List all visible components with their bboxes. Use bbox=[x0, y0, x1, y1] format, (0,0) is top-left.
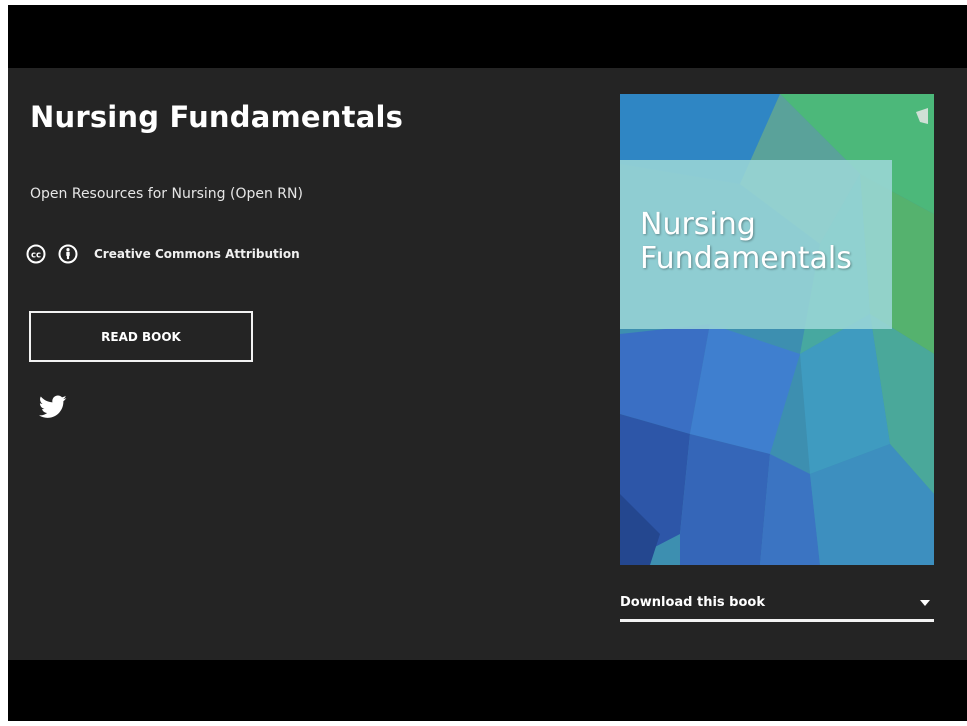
svg-text:cc: cc bbox=[31, 251, 41, 261]
book-info-panel: Nursing Fundamentals Open Resources for … bbox=[8, 68, 967, 660]
attribution-icon bbox=[58, 244, 78, 264]
license-info: cc Creative Commons Attribution bbox=[26, 244, 300, 264]
read-book-button[interactable]: READ BOOK bbox=[29, 311, 253, 362]
letterbox-bottom bbox=[8, 660, 967, 721]
license-label: Creative Commons Attribution bbox=[94, 247, 300, 261]
twitter-icon[interactable] bbox=[38, 395, 67, 419]
book-title: Nursing Fundamentals bbox=[30, 100, 404, 134]
creative-commons-icon: cc bbox=[26, 244, 46, 264]
cover-title-panel: Nursing Fundamentals bbox=[620, 160, 892, 329]
download-label: Download this book bbox=[620, 595, 765, 610]
caret-down-icon bbox=[920, 599, 930, 606]
book-publisher: Open Resources for Nursing (Open RN) bbox=[30, 186, 303, 202]
download-book-dropdown[interactable]: Download this book bbox=[620, 586, 934, 622]
video-frame: Nursing Fundamentals Open Resources for … bbox=[0, 0, 967, 726]
book-cover[interactable]: Nursing Fundamentals bbox=[620, 94, 934, 565]
letterbox-top bbox=[8, 5, 967, 68]
cover-title: Nursing Fundamentals bbox=[640, 207, 852, 276]
